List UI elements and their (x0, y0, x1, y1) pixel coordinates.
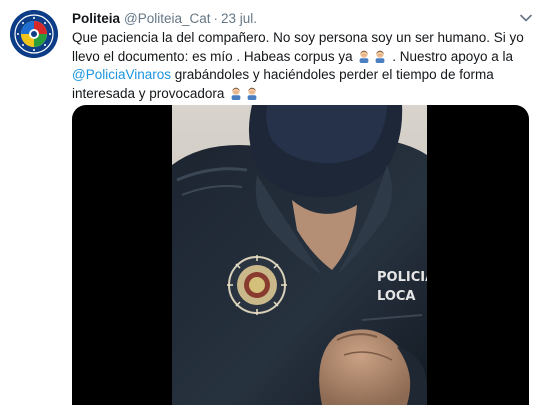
tweet-text-line: @PoliciaVinaros grabándoles y haciéndole… (72, 66, 532, 85)
separator-dot: · (213, 11, 219, 26)
mention-link[interactable]: @PoliciaVinaros (72, 67, 171, 82)
tweet-text-segment: llevo el documento: es mío . Habeas corp… (72, 48, 353, 64)
man-facepalming-icon (376, 50, 385, 63)
chevron-down-icon (520, 14, 532, 22)
tweet-text-line: interesada y provocadora (72, 85, 532, 104)
tweet-text-line: Que paciencia la del compañero. No soy p… (72, 30, 524, 45)
sleeve-text-policia: POLICIA (377, 270, 427, 285)
politeia-logo-icon (10, 10, 58, 58)
video-thumbnail: POLICIA LOCA (172, 105, 427, 405)
tweet-text: Que paciencia la del compañero. No soy p… (72, 29, 532, 103)
author-handle[interactable]: @Politeia_Cat (124, 11, 211, 26)
author-avatar[interactable] (10, 10, 58, 58)
man-facepalming-icon (247, 87, 257, 100)
video-frame: POLICIA LOCA (172, 105, 427, 405)
video-player[interactable]: POLICIA LOCA (72, 105, 529, 405)
sleeve-text-local: LOCA (377, 289, 415, 304)
tweet-text-segment: . Nuestro apoyo a la (392, 48, 514, 64)
tweet-text-segment: grabándoles y haciéndoles perder el tiem… (171, 67, 494, 82)
tweet-text-segment: interesada y provocadora (72, 85, 225, 101)
tweet-header: Politeia @Politeia_Cat · 23 jul. (72, 10, 257, 28)
tweet-text-line: llevo el documento: es mío . Habeas corp… (72, 48, 532, 67)
man-facepalming-icon (231, 87, 241, 100)
tweet[interactable]: Politeia @Politeia_Cat · 23 jul. Que pacien… (0, 0, 552, 405)
tweet-date[interactable]: 23 jul. (221, 11, 257, 26)
more-options-button[interactable] (516, 8, 536, 28)
man-facepalming-icon (360, 50, 369, 63)
author-name[interactable]: Politeia (72, 11, 120, 26)
